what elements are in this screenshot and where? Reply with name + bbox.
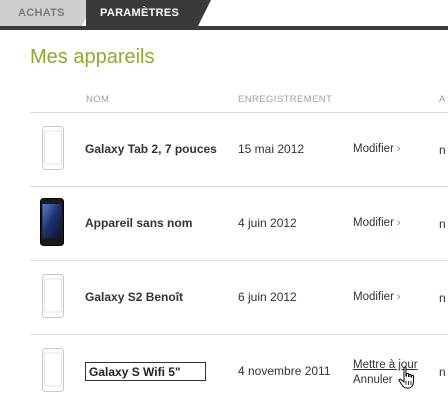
modify-label: Modifier <box>353 217 394 229</box>
black-phone-icon <box>40 198 64 246</box>
trailing-cell: n <box>439 365 446 379</box>
registration-date: 6 juin 2012 <box>238 290 297 304</box>
device-row: Galaxy S2 Benoît 6 juin 2012 Modifier › n <box>30 261 448 335</box>
modify-button[interactable]: Modifier › <box>353 291 401 303</box>
chevron-right-icon: › <box>396 291 401 303</box>
chevron-right-icon: › <box>396 217 401 229</box>
registration-date: 4 juin 2012 <box>238 216 297 230</box>
device-name-input[interactable] <box>85 362 206 381</box>
device-row: Appareil sans nom 4 juin 2012 Modifier › … <box>30 187 448 261</box>
tab-achats[interactable]: ACHATS <box>0 0 95 26</box>
tab-achats-label: ACHATS <box>18 7 65 19</box>
page-title: Mes appareils <box>30 46 155 68</box>
white-phone-icon <box>42 126 64 170</box>
white-phone-icon <box>42 348 64 392</box>
modify-button[interactable]: Modifier › <box>353 143 401 155</box>
device-name: Galaxy S2 Benoît <box>85 290 184 304</box>
tab-parametres-label: PARAMÈTRES <box>100 7 180 19</box>
cancel-button[interactable]: Annuler <box>353 374 393 386</box>
white-phone-icon <box>42 274 64 318</box>
column-header-name: NOM <box>86 94 110 105</box>
modify-button[interactable]: Modifier › <box>353 217 401 229</box>
device-name: Galaxy Tab 2, 7 pouces <box>85 142 217 156</box>
device-row-editing: 4 novembre 2011 Mettre à jour Annuler n <box>30 335 448 409</box>
column-header-registration: ENREGISTREMENT <box>238 94 333 105</box>
tab-parametres[interactable]: PARAMÈTRES <box>86 0 211 26</box>
device-name: Appareil sans nom <box>85 216 193 230</box>
trailing-cell: n <box>439 291 446 305</box>
trailing-cell: n <box>439 143 446 157</box>
registration-date: 15 mai 2012 <box>238 142 305 156</box>
registration-date: 4 novembre 2011 <box>238 364 331 378</box>
trailing-cell: n <box>439 217 446 231</box>
tab-bar: ACHATS PARAMÈTRES <box>0 0 448 30</box>
column-header-trailing: A <box>439 94 446 105</box>
device-row: Galaxy Tab 2, 7 pouces 15 mai 2012 Modif… <box>30 113 448 187</box>
chevron-right-icon: › <box>396 143 401 155</box>
modify-label: Modifier <box>353 291 394 303</box>
modify-label: Modifier <box>353 143 394 155</box>
hand-cursor-icon <box>398 366 414 389</box>
